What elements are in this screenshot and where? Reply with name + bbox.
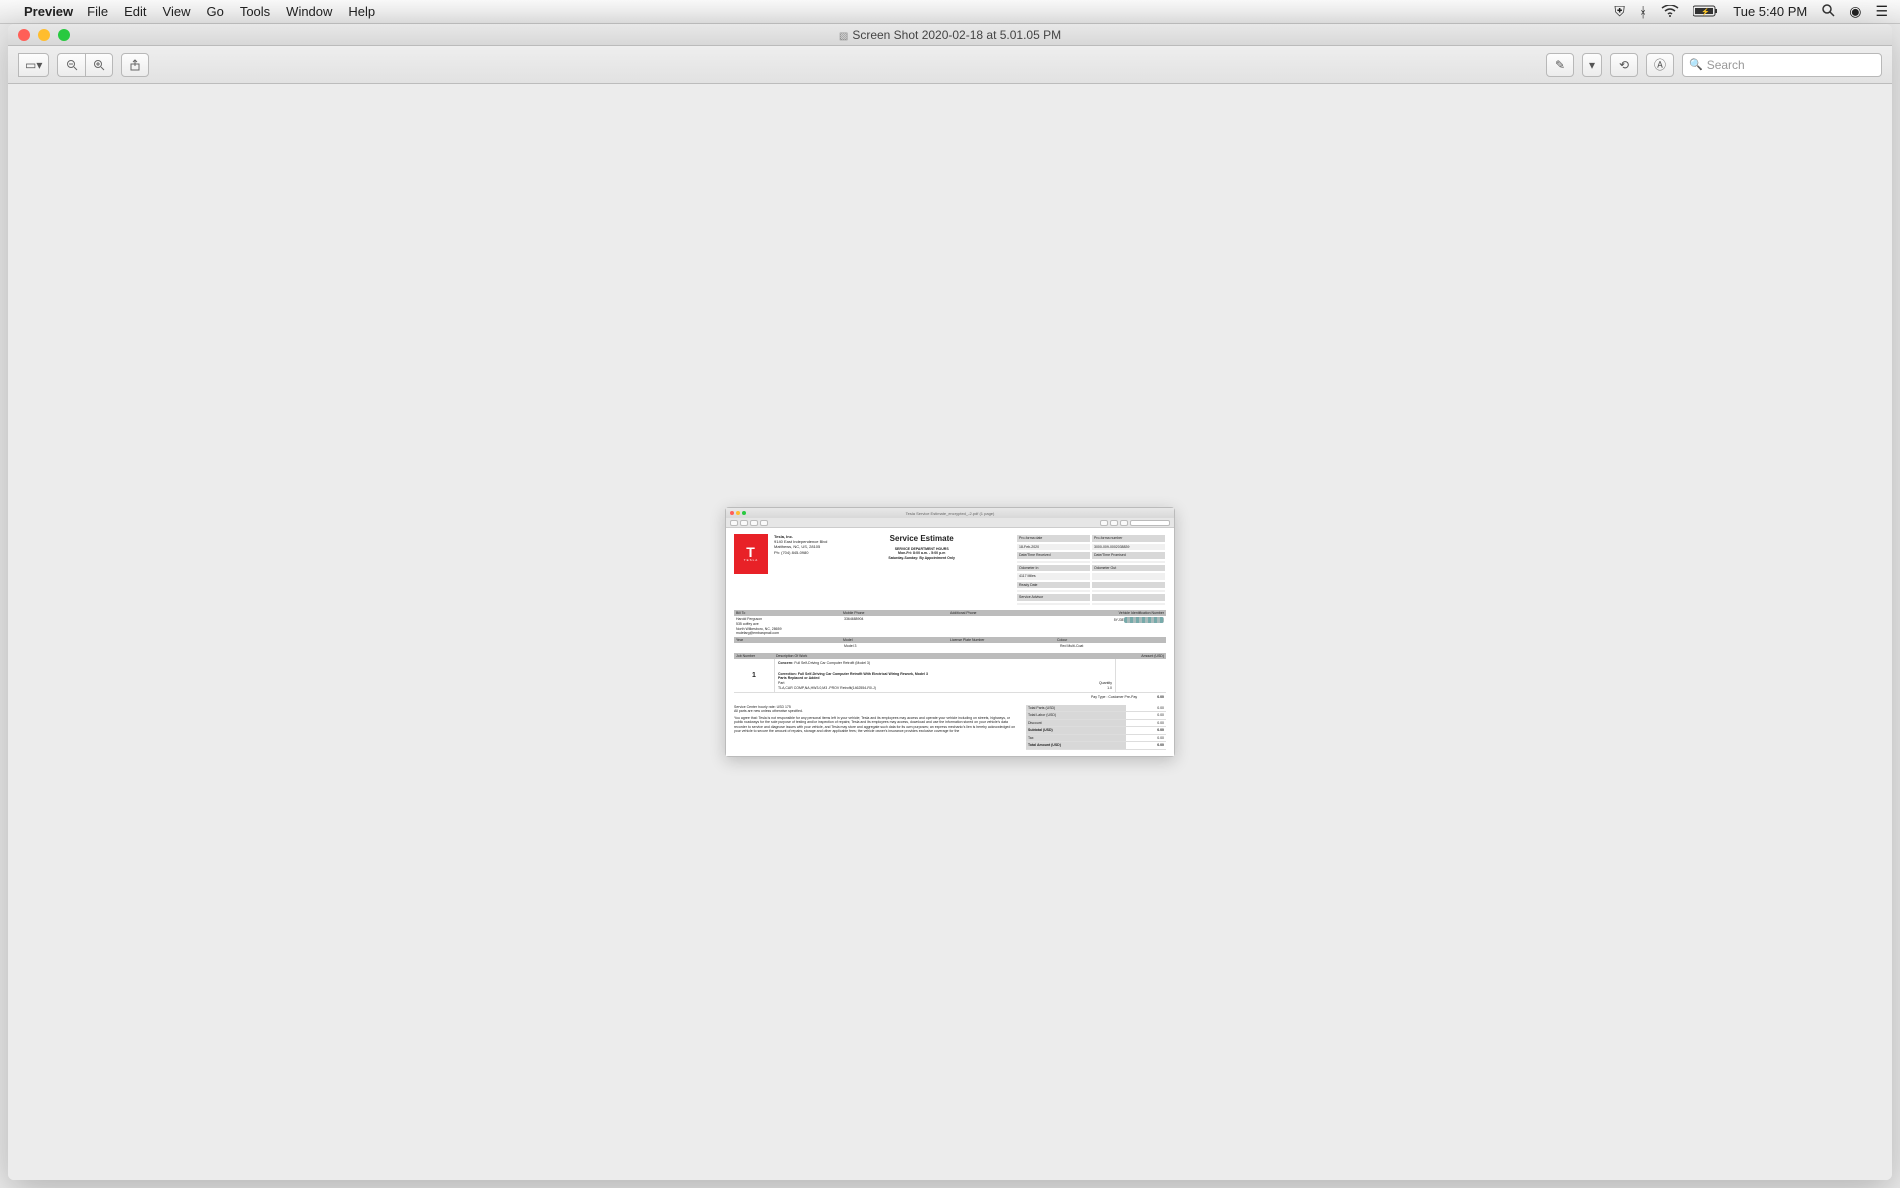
battery-icon[interactable]: ⚡: [1693, 4, 1719, 20]
shield-icon[interactable]: ⛨: [1614, 3, 1625, 20]
bluetooth-icon[interactable]: ᚼ: [1639, 4, 1647, 20]
notification-center-icon[interactable]: ☰: [1875, 3, 1888, 20]
inner-titlebar: Tesla Service Estimate_encrypted_-2.pdf …: [726, 508, 1174, 518]
inner-highlight-icon: [1120, 520, 1128, 526]
wifi-icon[interactable]: [1661, 4, 1679, 20]
menu-view[interactable]: View: [163, 4, 191, 19]
window-titlebar[interactable]: ▧Screen Shot 2020-02-18 at 5.01.05 PM: [8, 24, 1892, 46]
search-icon: 🔍: [1689, 58, 1703, 71]
window-title: ▧Screen Shot 2020-02-18 at 5.01.05 PM: [8, 28, 1892, 42]
vin-redacted: [1124, 617, 1164, 623]
zoom-in-button[interactable]: [85, 53, 113, 77]
inner-sidebar-icon: [730, 520, 738, 526]
sidebar-toggle-button[interactable]: ▭▾: [18, 53, 49, 77]
menu-go[interactable]: Go: [206, 4, 223, 19]
inner-window-title: Tesla Service Estimate_encrypted_-2.pdf …: [726, 511, 1174, 516]
inner-rotate-icon: [1110, 520, 1118, 526]
search-input[interactable]: 🔍 Search: [1682, 53, 1882, 77]
file-icon: ▧: [839, 31, 848, 42]
menu-help[interactable]: Help: [348, 4, 375, 19]
markup-dropdown-button[interactable]: ▾: [1582, 53, 1602, 77]
totals-table: Total Parts (USD)0.00 Total Labor (USD)0…: [1026, 705, 1166, 750]
search-placeholder: Search: [1707, 58, 1745, 72]
inner-zoomin-icon: [750, 520, 758, 526]
siri-icon[interactable]: ◉: [1849, 3, 1861, 20]
svg-text:⚡: ⚡: [1701, 7, 1710, 16]
tesla-logo: TTESLA: [734, 534, 768, 574]
menu-window[interactable]: Window: [286, 4, 332, 19]
rotate-button[interactable]: ⟲: [1610, 53, 1638, 77]
inner-markup-icon: [1100, 520, 1108, 526]
meta-table: Pro-forma datePro-forma number 18-Feb-20…: [1016, 534, 1166, 606]
inner-zoomout-icon: [740, 520, 748, 526]
customer-row1: Harold Ferguson 535 coffey ave North Wil…: [734, 616, 1166, 636]
macos-menubar: Preview File Edit View Go Tools Window H…: [0, 0, 1900, 24]
preview-toolbar: ▭▾ ✎ ▾ ⟲ Ⓐ 🔍 Search: [8, 46, 1892, 84]
inner-search-input: [1130, 520, 1170, 526]
service-estimate-document: TTESLA Tesla, Inc. 9140 East Independenc…: [726, 528, 1174, 756]
menu-edit[interactable]: Edit: [124, 4, 146, 19]
inner-toolbar: [726, 518, 1174, 528]
spotlight-icon[interactable]: [1821, 3, 1835, 20]
dept-hours: SERVICE DEPARTMENT HOURS Mon-Fri: 8:00 a…: [833, 547, 1010, 561]
inner-preview-window: Tesla Service Estimate_encrypted_-2.pdf …: [725, 507, 1175, 757]
inner-share-icon: [760, 520, 768, 526]
company-address: Tesla, Inc. 9140 East Independence Blvd …: [774, 534, 827, 606]
vehicle-row: Model 3Red Multi-Coat: [734, 643, 1166, 650]
app-name[interactable]: Preview: [24, 4, 73, 19]
document-title: Service Estimate: [833, 534, 1010, 544]
menu-file[interactable]: File: [87, 4, 108, 19]
job-row: 1 Concern: Full Self-Driving Car Compute…: [734, 659, 1166, 693]
paytype-row: Pay Type : Customer Pre-Pay0.00: [734, 693, 1166, 702]
markup-button[interactable]: ✎: [1546, 53, 1574, 77]
menu-tools[interactable]: Tools: [240, 4, 270, 19]
zoom-out-button[interactable]: [57, 53, 85, 77]
highlight-button[interactable]: Ⓐ: [1646, 53, 1674, 77]
document-canvas[interactable]: Tesla Service Estimate_encrypted_-2.pdf …: [8, 84, 1892, 1180]
preview-window: ▧Screen Shot 2020-02-18 at 5.01.05 PM ▭▾…: [8, 24, 1892, 1180]
footer-notes: Service Center hourly rate: USD 175 All …: [734, 705, 1020, 750]
share-button[interactable]: [121, 53, 149, 77]
menubar-clock[interactable]: Tue 5:40 PM: [1733, 4, 1807, 19]
